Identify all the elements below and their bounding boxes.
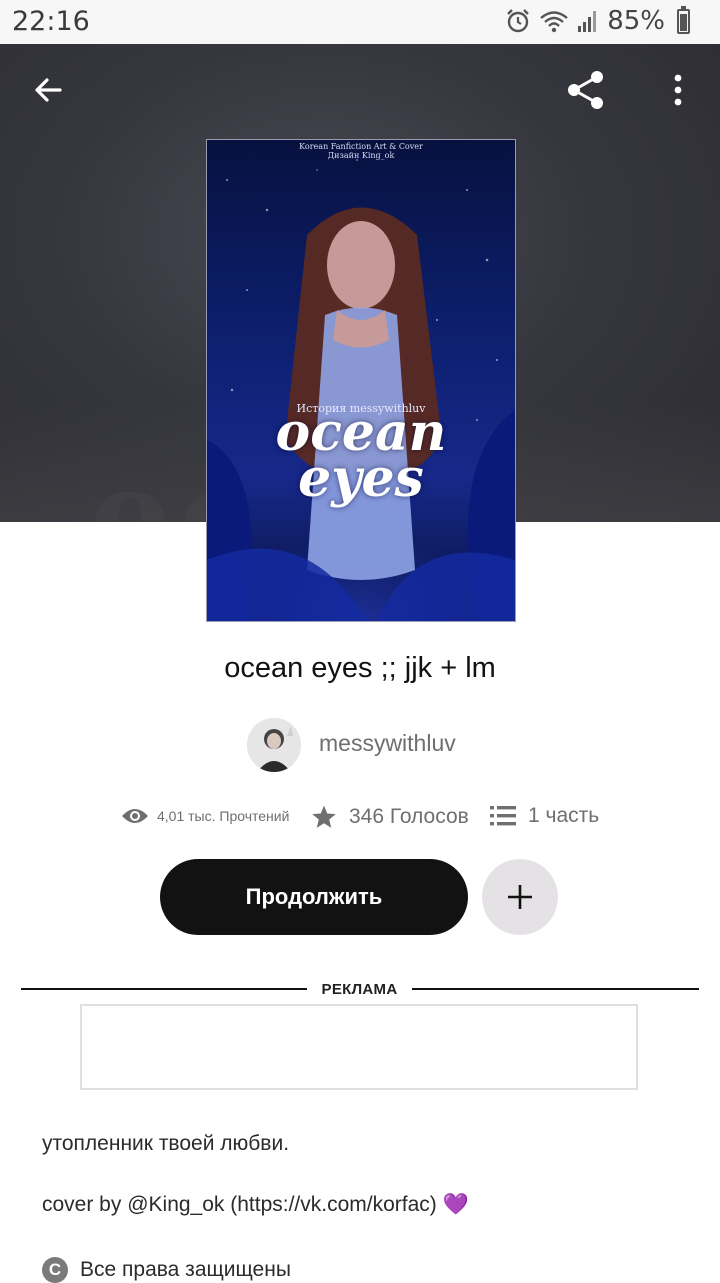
status-time: 22:16 [12, 6, 90, 37]
divider [412, 988, 699, 990]
battery-icon [677, 5, 690, 34]
parts-stat[interactable]: 1 часть [490, 804, 599, 828]
avatar-image [247, 718, 301, 772]
ad-banner[interactable] [80, 1004, 638, 1090]
reads-stat: 4,01 тыс. Прочтений [121, 806, 289, 826]
reads-count: 4,01 тыс. Прочтений [157, 808, 290, 824]
share-icon [568, 71, 603, 109]
cover-artwork [207, 159, 515, 621]
cover-title-text: ocean eyes [207, 407, 515, 509]
list-icon [490, 806, 516, 826]
cover-title-line: eyes [298, 448, 424, 509]
ad-label: РЕКЛАМА [321, 981, 398, 998]
author-name[interactable]: messywithluv [319, 730, 456, 757]
purple-heart-emoji: 💜 [442, 1193, 469, 1216]
story-title: ocean eyes ;; jjk + lm [224, 652, 496, 684]
arrow-left-icon [35, 78, 62, 102]
share-button[interactable] [558, 62, 614, 118]
description-line: cover by @King_ok (https://vk.com/korfac… [42, 1193, 469, 1217]
parts-count: 1 часть [528, 804, 600, 827]
wifi-icon [540, 11, 568, 33]
divider [21, 988, 307, 990]
add-to-library-button[interactable] [482, 859, 558, 935]
author-avatar[interactable] [247, 718, 301, 772]
description-line: утопленник твоей любви. [42, 1132, 290, 1155]
story-cover-image[interactable]: Korean Fanfiction Art & Cover Дизайн Kin… [206, 139, 516, 622]
status-bar: 22:16 85% [0, 0, 720, 44]
copyright-row: C Все права защищены [42, 1257, 291, 1283]
signal-icon [578, 11, 597, 32]
battery-percent: 85% [607, 6, 665, 36]
star-icon [312, 805, 336, 828]
votes-stat: 346 Голосов [311, 804, 469, 830]
votes-count: 346 Голосов [349, 805, 469, 828]
continue-reading-button[interactable]: Продолжить [160, 859, 468, 935]
alarm-icon [507, 9, 530, 33]
more-vertical-icon [674, 74, 682, 106]
eye-icon [122, 809, 148, 823]
story-stats: 4,01 тыс. Прочтений 346 Голосов 1 часть [0, 802, 720, 836]
more-options-button[interactable] [650, 62, 706, 118]
continue-label: Продолжить [245, 884, 383, 909]
cover-credit-line: Korean Fanfiction Art & Cover [299, 142, 423, 151]
plus-icon [508, 885, 532, 909]
copyright-icon: C [42, 1257, 68, 1283]
cover-credit-line: Дизайн King_ok [327, 151, 395, 160]
back-button[interactable] [20, 62, 76, 118]
copyright-text: Все права защищены [80, 1258, 291, 1281]
status-icons: 85% [505, 5, 690, 36]
cover-credit-text: cover by @King_ok (https://vk.com/korfac… [42, 1193, 437, 1216]
cover-credit: Korean Fanfiction Art & Cover Дизайн Kin… [207, 142, 515, 160]
